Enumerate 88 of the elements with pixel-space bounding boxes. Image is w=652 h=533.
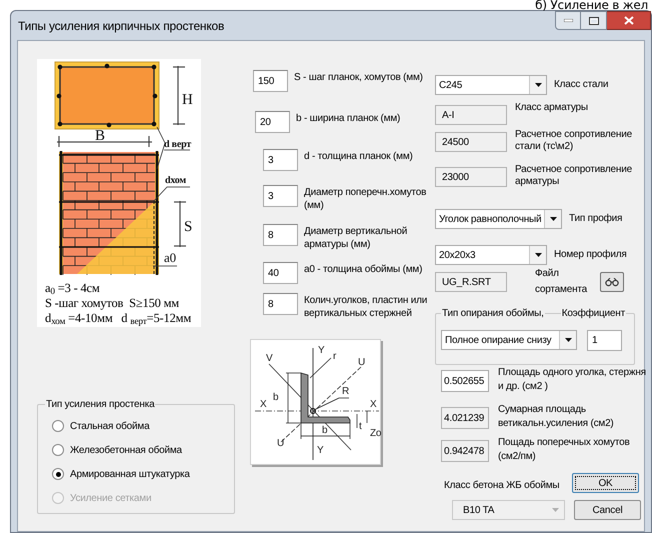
radio-button[interactable] bbox=[52, 420, 64, 432]
axis-label: b bbox=[322, 425, 328, 436]
leader-line bbox=[156, 126, 190, 170]
readonly-field: 23000 bbox=[435, 167, 507, 187]
radio-option[interactable]: Стальная обойма bbox=[52, 419, 234, 433]
input-field[interactable]: 150 bbox=[253, 70, 288, 92]
browse-button[interactable] bbox=[600, 272, 624, 292]
maximize-button[interactable] bbox=[581, 11, 607, 30]
dimension-label: S bbox=[184, 219, 192, 235]
field-label: Класс бетона ЖБ обоймы bbox=[444, 479, 560, 493]
axis-label: U bbox=[277, 438, 284, 449]
input-field[interactable]: 40 bbox=[263, 262, 298, 284]
minimize-icon bbox=[564, 19, 572, 22]
input-field[interactable]: 20 bbox=[255, 111, 290, 133]
dropdown[interactable]: 20x20x3 bbox=[435, 245, 547, 265]
dialog-button[interactable]: OK bbox=[572, 473, 639, 493]
axis-label: X bbox=[370, 399, 376, 410]
leader-line bbox=[152, 186, 190, 202]
axis-label: V bbox=[266, 353, 272, 364]
close-button[interactable] bbox=[607, 11, 651, 30]
close-icon bbox=[624, 16, 634, 25]
axis-label: Y bbox=[317, 445, 324, 456]
input-field[interactable]: 3 bbox=[263, 149, 298, 171]
field-label: Тип профия bbox=[569, 212, 622, 226]
axis-label: Zo bbox=[370, 428, 382, 439]
radio-option[interactable]: Армированная штукатурка bbox=[52, 467, 234, 481]
field-label: Пощадь поперечных хомутов (см2/пм) bbox=[498, 436, 631, 464]
input-field[interactable]: 8 bbox=[263, 293, 298, 315]
field-label: Диаметр вертикальной арматуры (мм) bbox=[304, 225, 408, 251]
readonly-field: 24500 bbox=[435, 132, 507, 152]
axis-label: r bbox=[333, 351, 336, 362]
dimension-label: d верт bbox=[164, 139, 192, 150]
document-caption: б) Усиление в жел bbox=[535, 0, 648, 10]
field-label: b - ширина планок (мм) bbox=[296, 112, 402, 125]
group-title: Тип усиления простенка bbox=[45, 397, 156, 412]
window-title: Типы усиления кирпичных простенков bbox=[18, 18, 224, 34]
axis-label: t bbox=[359, 421, 362, 432]
dropdown-arrow-icon bbox=[534, 83, 542, 87]
dropdown-arrow-icon bbox=[534, 253, 542, 257]
input-field[interactable]: 3 bbox=[263, 185, 298, 207]
drawing-note: d$_{хом}$ =4-10мм d $_{верт}$=5-12мм bbox=[45, 311, 192, 326]
dimension-label: a0 bbox=[164, 250, 176, 265]
axis-label: R bbox=[342, 386, 350, 397]
input-field[interactable]: 1 bbox=[587, 330, 622, 351]
axis-label: X bbox=[260, 399, 266, 410]
field-label: Площадь одного уголка, стержня и др. (см2 ) bbox=[498, 366, 647, 394]
field-label: Класс стали bbox=[554, 78, 608, 92]
readonly-field: UG_R.SRT bbox=[435, 272, 507, 292]
field-label: Сумарная площадь ветикальн.усиления (см2) bbox=[498, 403, 615, 431]
dropdown[interactable]: C245 bbox=[435, 75, 547, 95]
group-title: Коэффициент bbox=[560, 306, 626, 321]
dimension-label: dхом bbox=[165, 175, 186, 186]
radio-option[interactable]: Железобетонная обойма bbox=[52, 443, 234, 457]
field-label: Диаметр поперечн.хомутов (мм) bbox=[304, 186, 428, 212]
group-title: Тип опирания обоймы, bbox=[441, 306, 545, 321]
binoculars-icon bbox=[605, 278, 619, 286]
input-field[interactable]: 8 bbox=[263, 224, 298, 246]
dropdown-arrow-icon bbox=[564, 338, 572, 342]
axis-label: U bbox=[358, 357, 366, 368]
drawing-note: S -шаг хомутов S≥150 мм bbox=[45, 296, 180, 311]
dropdown[interactable]: Полное опирание снизу bbox=[441, 330, 577, 350]
dropdown-arrow-icon bbox=[550, 217, 556, 221]
field-label: S - шаг планок, хомутов (мм) bbox=[294, 71, 424, 84]
dimension-label: B bbox=[95, 128, 105, 144]
readonly-field: 0.942478 bbox=[441, 440, 489, 462]
field-label: a0 - толщина обоймы (мм) bbox=[304, 263, 424, 276]
minimize-button[interactable] bbox=[555, 11, 581, 30]
dimension-label: H bbox=[182, 92, 193, 108]
field-label: Расчетное сопротивление арматуры bbox=[515, 164, 633, 188]
maximize-icon bbox=[588, 16, 598, 24]
readonly-field: 4.021239 bbox=[441, 407, 489, 429]
field-label: Номер профиля bbox=[554, 248, 627, 262]
field-label: Колич.уголков, пластин или вертикальных стержней bbox=[304, 294, 428, 320]
axis-label: b bbox=[273, 392, 278, 403]
drawing-note: a$_{0}$ =3 - 4см bbox=[45, 281, 101, 296]
dropdown-arrow-icon bbox=[552, 508, 559, 512]
input-field[interactable]: 0.502655 bbox=[441, 370, 489, 392]
field-label: Класс арматуры bbox=[515, 102, 589, 114]
readonly-field: A-I bbox=[435, 105, 507, 125]
field-label: Файл сортамента bbox=[535, 267, 588, 297]
dropdown[interactable]: Уголок равнополочный bbox=[435, 209, 562, 229]
dialog-button[interactable]: Cancel bbox=[574, 500, 641, 520]
dimension-line bbox=[174, 200, 186, 248]
radio-button[interactable] bbox=[52, 444, 64, 456]
field-label: Расчетное сопротивление стали (тс\м2) bbox=[515, 129, 633, 153]
field-label: d - толщина планок (мм) bbox=[304, 150, 414, 163]
axis-label: Y bbox=[318, 345, 324, 356]
radio-button[interactable] bbox=[52, 468, 64, 480]
